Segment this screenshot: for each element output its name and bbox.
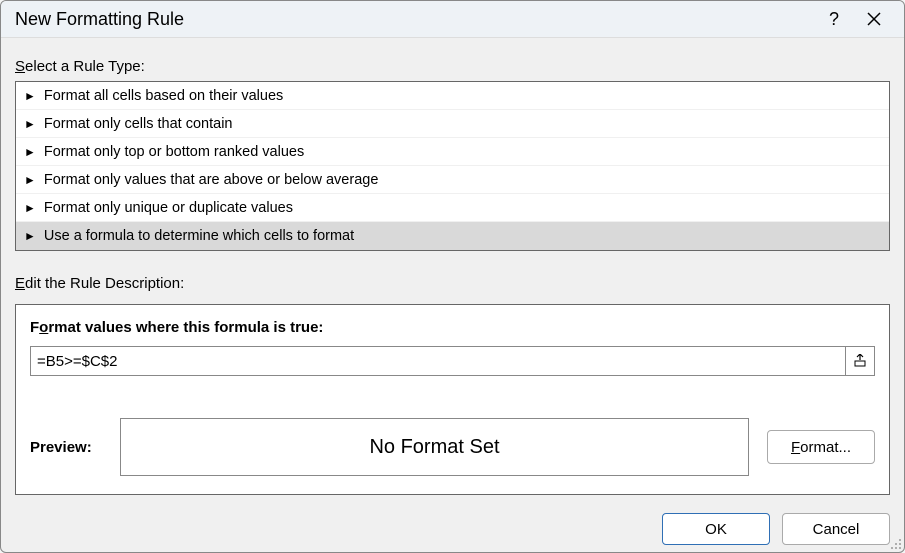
rule-type-label: Format only cells that contain bbox=[44, 116, 233, 132]
ok-button[interactable]: OK bbox=[662, 513, 770, 545]
formula-row bbox=[30, 346, 875, 376]
preview-box: No Format Set bbox=[120, 418, 749, 476]
arrow-icon: ► bbox=[24, 90, 36, 102]
rule-type-label: Format all cells based on their values bbox=[44, 88, 283, 104]
rule-type-item[interactable]: ► Format all cells based on their values bbox=[16, 82, 889, 110]
new-formatting-rule-dialog: New Formatting Rule ? Select a Rule Type… bbox=[0, 0, 905, 553]
arrow-icon: ► bbox=[24, 174, 36, 186]
rule-type-item[interactable]: ► Format only cells that contain bbox=[16, 110, 889, 138]
arrow-icon: ► bbox=[24, 146, 36, 158]
select-rule-type-label: Select a Rule Type: bbox=[15, 58, 890, 75]
collapse-dialog-button[interactable] bbox=[845, 346, 875, 376]
rule-type-label: Format only top or bottom ranked values bbox=[44, 144, 304, 160]
format-button[interactable]: Format... bbox=[767, 430, 875, 464]
dialog-footer: OK Cancel bbox=[1, 509, 904, 553]
edit-rule-description-label: Edit the Rule Description: bbox=[15, 275, 890, 292]
close-button[interactable] bbox=[854, 1, 894, 37]
rule-description-group: Format values where this formula is true… bbox=[15, 304, 890, 495]
rule-type-item[interactable]: ► Format only top or bottom ranked value… bbox=[16, 138, 889, 166]
rule-type-item[interactable]: ► Format only values that are above or b… bbox=[16, 166, 889, 194]
preview-label: Preview: bbox=[30, 439, 102, 456]
resize-grip-icon[interactable] bbox=[890, 538, 902, 550]
formula-caption: Format values where this formula is true… bbox=[30, 319, 875, 336]
arrow-icon: ► bbox=[24, 202, 36, 214]
dialog-title: New Formatting Rule bbox=[15, 9, 814, 30]
formula-input[interactable] bbox=[30, 346, 845, 376]
arrow-icon: ► bbox=[24, 118, 36, 130]
rule-type-item[interactable]: ► Use a formula to determine which cells… bbox=[16, 222, 889, 250]
close-icon bbox=[867, 12, 881, 26]
cancel-button[interactable]: Cancel bbox=[782, 513, 890, 545]
rule-type-label: Use a formula to determine which cells t… bbox=[44, 228, 354, 244]
rule-type-label: Format only values that are above or bel… bbox=[44, 172, 379, 188]
rule-type-item[interactable]: ► Format only unique or duplicate values bbox=[16, 194, 889, 222]
help-button[interactable]: ? bbox=[814, 1, 854, 37]
rule-type-label: Format only unique or duplicate values bbox=[44, 200, 293, 216]
titlebar: New Formatting Rule ? bbox=[1, 1, 904, 38]
rule-type-list: ► Format all cells based on their values… bbox=[15, 81, 890, 251]
reference-icon bbox=[853, 354, 867, 368]
dialog-body: Select a Rule Type: ► Format all cells b… bbox=[1, 38, 904, 509]
preview-row: Preview: No Format Set Format... bbox=[30, 418, 875, 476]
arrow-icon: ► bbox=[24, 230, 36, 242]
